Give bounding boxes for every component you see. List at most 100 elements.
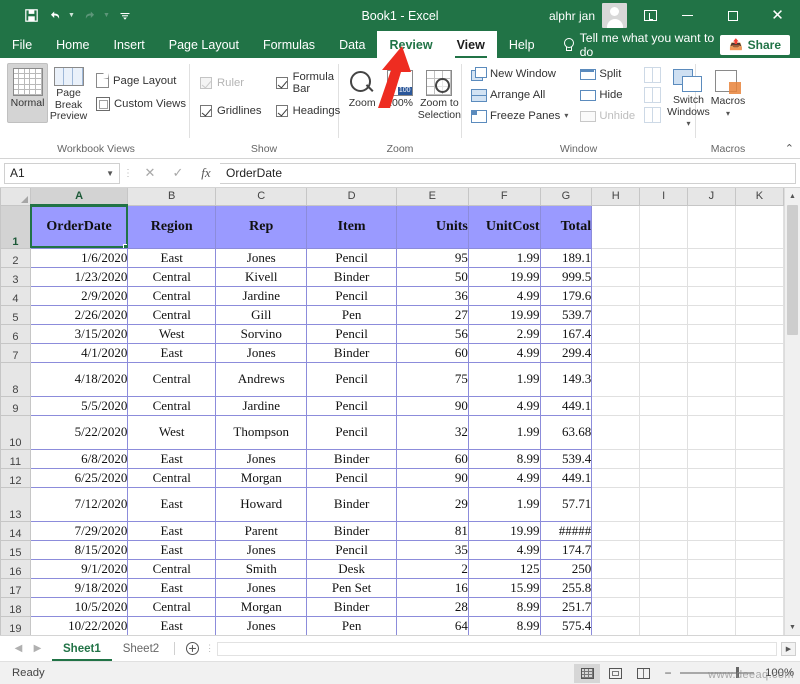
gridlines-checkbox[interactable] bbox=[200, 105, 212, 117]
tab-home[interactable]: Home bbox=[44, 31, 101, 58]
cell-empty[interactable] bbox=[686, 539, 736, 560]
cell-empty[interactable] bbox=[734, 467, 784, 488]
cell-A11[interactable]: 6/8/2020 bbox=[29, 448, 129, 469]
undo-dropdown-icon[interactable]: ▼ bbox=[68, 12, 77, 19]
cell-G7[interactable]: 299.4 bbox=[539, 342, 593, 363]
cell-G12[interactable]: 449.1 bbox=[539, 467, 593, 488]
formula-bar-grip[interactable]: ⋮ bbox=[120, 168, 136, 179]
row-header-6[interactable]: 6 bbox=[0, 323, 31, 344]
cell-C15[interactable]: Jones bbox=[215, 539, 308, 560]
cell-G3[interactable]: 999.5 bbox=[539, 266, 593, 287]
cell-empty[interactable] bbox=[734, 304, 784, 325]
cell-G18[interactable]: 251.7 bbox=[539, 596, 593, 617]
cell-E7[interactable]: 60 bbox=[395, 342, 469, 363]
cell-A17[interactable]: 9/18/2020 bbox=[29, 577, 129, 598]
row-header-1[interactable]: 1 bbox=[0, 204, 31, 249]
table-row[interactable]: 5 2/26/2020 Central Gill Pen 27 19.99 539.7 bbox=[0, 304, 784, 325]
row-header-8[interactable]: 8 bbox=[0, 361, 31, 397]
cell-E6[interactable]: 56 bbox=[395, 323, 469, 344]
cell-empty[interactable] bbox=[591, 414, 641, 450]
cell-empty[interactable] bbox=[686, 395, 736, 416]
cell-empty[interactable] bbox=[686, 520, 736, 541]
cell-empty[interactable] bbox=[639, 486, 688, 522]
cell-E13[interactable]: 29 bbox=[395, 486, 469, 522]
cell-D4[interactable]: Pencil bbox=[306, 285, 397, 306]
cell-B5[interactable]: Central bbox=[127, 304, 217, 325]
cell-B19[interactable]: East bbox=[127, 615, 217, 635]
cell-A13[interactable]: 7/12/2020 bbox=[29, 486, 129, 522]
cell-D16[interactable]: Desk bbox=[306, 558, 397, 579]
cell-F16[interactable]: 125 bbox=[467, 558, 541, 579]
cell-F7[interactable]: 4.99 bbox=[467, 342, 541, 363]
table-row[interactable]: 8 4/18/2020 Central Andrews Pencil 75 1.99 149.… bbox=[0, 361, 784, 397]
cell-empty[interactable] bbox=[591, 486, 641, 522]
cell-F17[interactable]: 15.99 bbox=[467, 577, 541, 598]
cell-empty[interactable] bbox=[686, 204, 736, 249]
cell-C10[interactable]: Thompson bbox=[215, 414, 308, 450]
normal-view-status-button[interactable] bbox=[574, 663, 600, 683]
cell-empty[interactable] bbox=[686, 577, 736, 598]
sheet-tab-sheet1[interactable]: Sheet1 bbox=[52, 636, 112, 661]
select-all-corner[interactable] bbox=[0, 188, 31, 206]
cell-E10[interactable]: 32 bbox=[395, 414, 469, 450]
cell-header-C1[interactable]: Rep bbox=[215, 204, 308, 249]
zoom-100-button[interactable]: 100% bbox=[381, 66, 417, 110]
row-header-10[interactable]: 10 bbox=[0, 414, 31, 450]
column-header-I[interactable]: I bbox=[639, 188, 688, 206]
cell-empty[interactable] bbox=[734, 520, 784, 541]
table-row[interactable]: 19 10/22/2020 East Jones Pen 64 8.99 575.4 bbox=[0, 615, 784, 635]
cell-F10[interactable]: 1.99 bbox=[467, 414, 541, 450]
ruler-checkbox[interactable] bbox=[200, 77, 212, 89]
chevron-down-icon[interactable]: ▾ bbox=[564, 111, 568, 120]
cell-D9[interactable]: Pencil bbox=[306, 395, 397, 416]
cell-B3[interactable]: Central bbox=[127, 266, 217, 287]
cell-G13[interactable]: 57.71 bbox=[539, 486, 593, 522]
cell-F13[interactable]: 1.99 bbox=[467, 486, 541, 522]
cell-empty[interactable] bbox=[734, 596, 784, 617]
row-header-7[interactable]: 7 bbox=[0, 342, 31, 363]
row-header-4[interactable]: 4 bbox=[0, 285, 31, 306]
cell-empty[interactable] bbox=[591, 247, 641, 268]
cell-D12[interactable]: Pencil bbox=[306, 467, 397, 488]
cell-empty[interactable] bbox=[686, 323, 736, 344]
cell-B9[interactable]: Central bbox=[127, 395, 217, 416]
column-header-H[interactable]: H bbox=[591, 188, 641, 206]
cell-empty[interactable] bbox=[591, 448, 641, 469]
cell-empty[interactable] bbox=[734, 323, 784, 344]
cell-A3[interactable]: 1/23/2020 bbox=[29, 266, 129, 287]
cell-F14[interactable]: 19.99 bbox=[467, 520, 541, 541]
row-header-14[interactable]: 14 bbox=[0, 520, 31, 541]
cell-empty[interactable] bbox=[734, 285, 784, 306]
cell-empty[interactable] bbox=[591, 596, 641, 617]
cell-C6[interactable]: Sorvino bbox=[215, 323, 308, 344]
cell-E16[interactable]: 2 bbox=[395, 558, 469, 579]
cell-E12[interactable]: 90 bbox=[395, 467, 469, 488]
cell-B16[interactable]: Central bbox=[127, 558, 217, 579]
customize-quick-access-toolbar-icon[interactable] bbox=[114, 5, 136, 27]
cell-D11[interactable]: Binder bbox=[306, 448, 397, 469]
cell-empty[interactable] bbox=[639, 467, 688, 488]
cell-G14[interactable]: ##### bbox=[539, 520, 593, 541]
row-header-11[interactable]: 11 bbox=[0, 448, 31, 469]
cell-empty[interactable] bbox=[639, 596, 688, 617]
cell-C11[interactable]: Jones bbox=[215, 448, 308, 469]
cell-empty[interactable] bbox=[591, 285, 641, 306]
row-header-18[interactable]: 18 bbox=[0, 596, 31, 617]
row-header-9[interactable]: 9 bbox=[0, 395, 31, 416]
tab-page-layout[interactable]: Page Layout bbox=[157, 31, 251, 58]
column-header-F[interactable]: F bbox=[467, 188, 541, 206]
cell-empty[interactable] bbox=[591, 204, 641, 249]
next-sheet-icon[interactable]: ▶ bbox=[29, 643, 46, 654]
minimize-button[interactable] bbox=[665, 0, 710, 31]
cell-A2[interactable]: 1/6/2020 bbox=[29, 247, 129, 268]
cell-C14[interactable]: Parent bbox=[215, 520, 308, 541]
cell-D2[interactable]: Pencil bbox=[306, 247, 397, 268]
table-row[interactable]: 3 1/23/2020 Central Kivell Binder 50 19.99 999.… bbox=[0, 266, 784, 287]
cell-D17[interactable]: Pen Set bbox=[306, 577, 397, 598]
cell-B7[interactable]: East bbox=[127, 342, 217, 363]
arrange-all-button[interactable]: Arrange All bbox=[468, 86, 571, 103]
account-name[interactable]: alphr jan bbox=[549, 9, 595, 23]
cell-E4[interactable]: 36 bbox=[395, 285, 469, 306]
cell-empty[interactable] bbox=[734, 615, 784, 635]
table-row[interactable]: 13 7/12/2020 East Howard Binder 29 1.99 57.71 bbox=[0, 486, 784, 522]
